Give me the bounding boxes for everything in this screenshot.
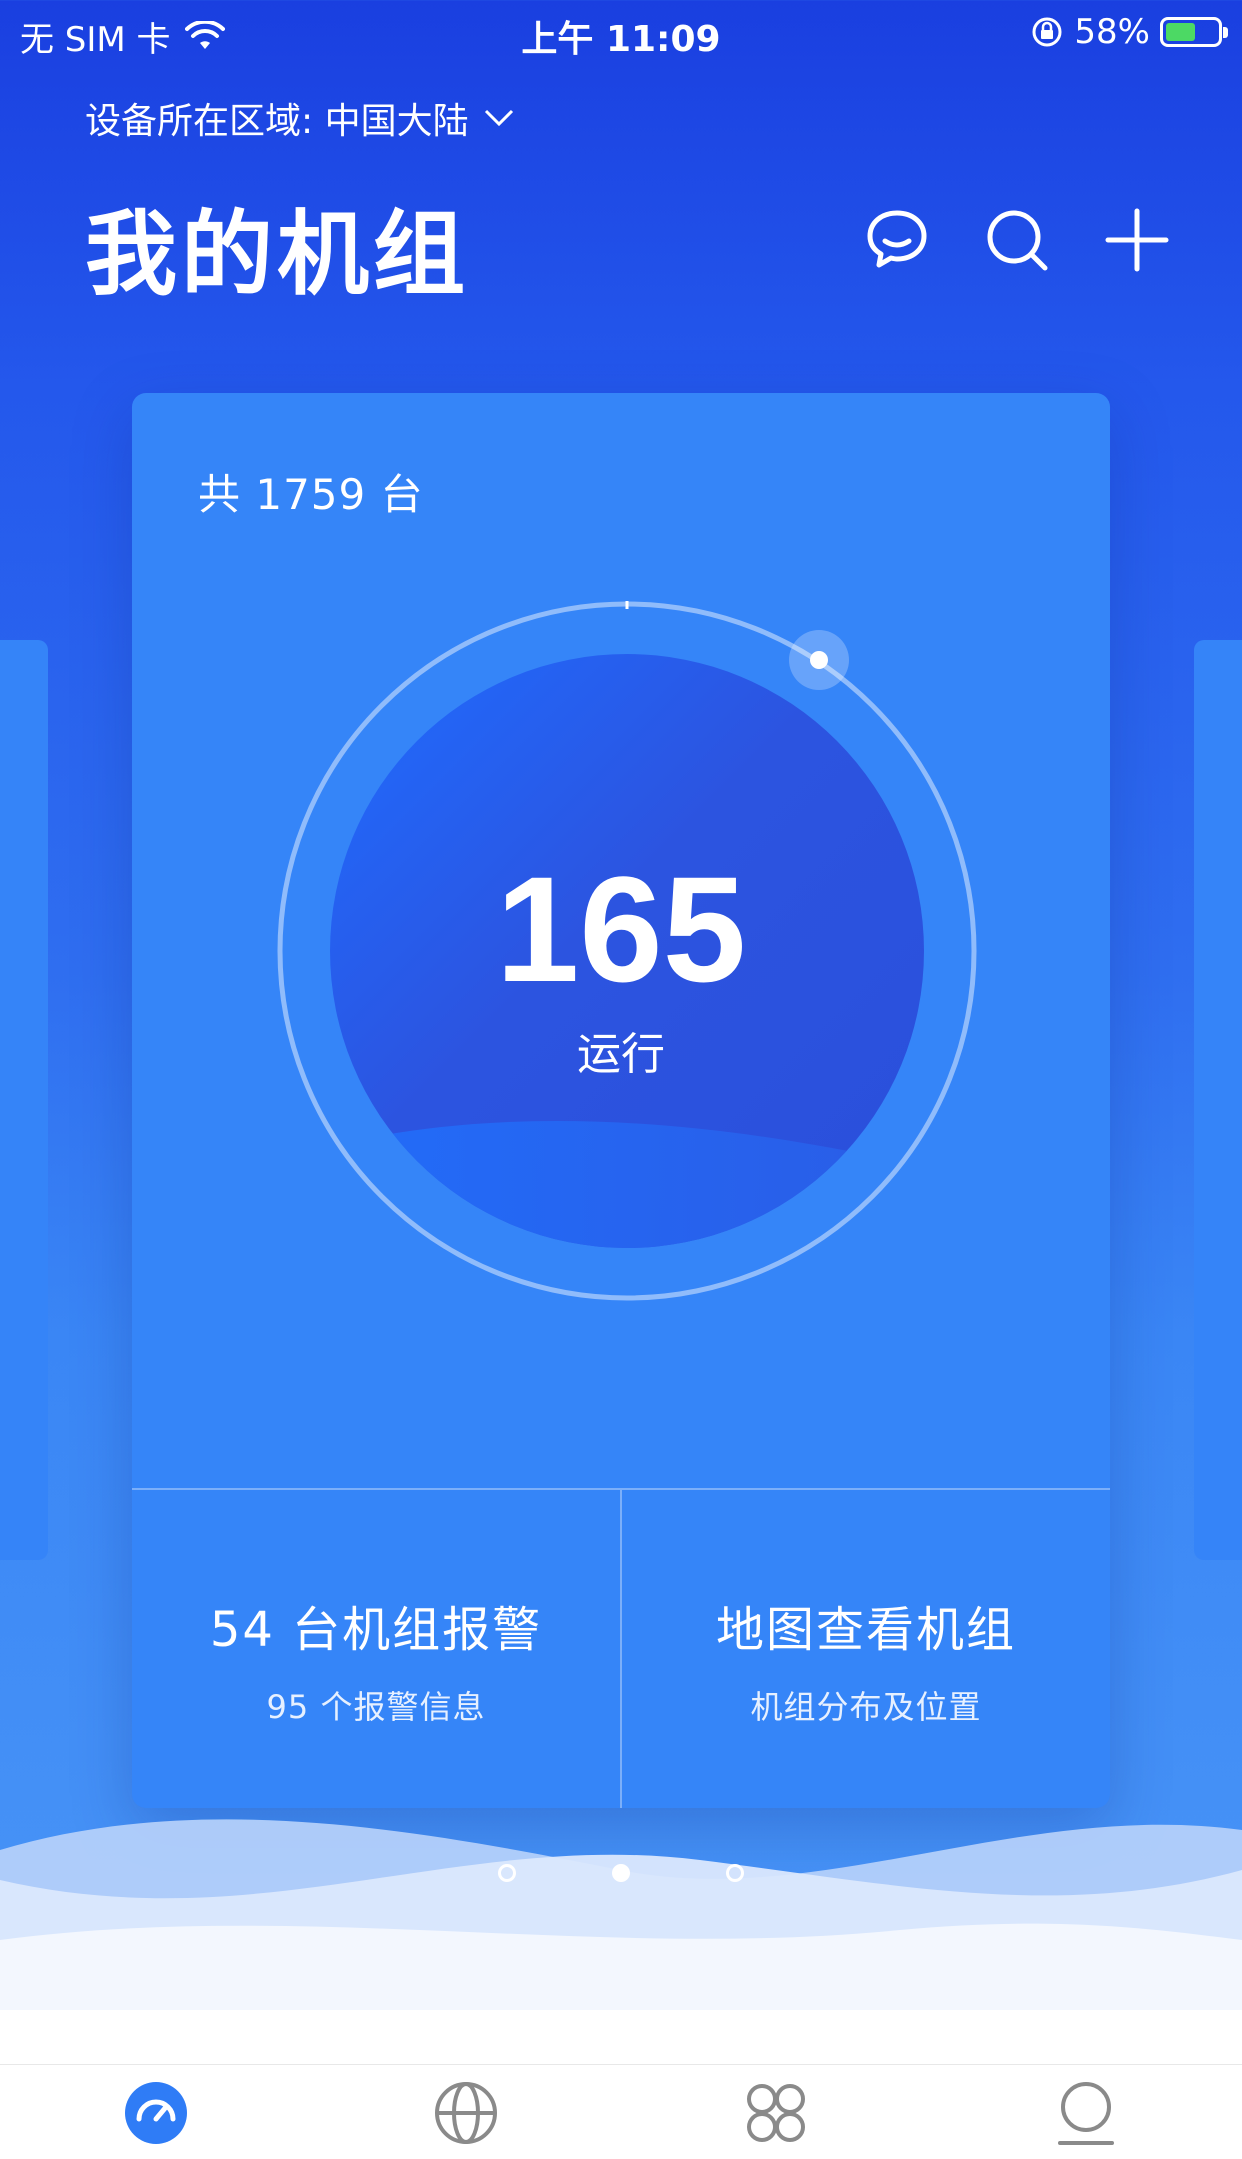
region-label: 设备所在区域: 中国大陆	[85, 101, 469, 142]
map-title: 地图查看机组	[715, 1602, 1016, 1658]
rotation-lock-icon	[1032, 17, 1062, 47]
page-dot-active[interactable]	[612, 1864, 630, 1882]
running-count: 165	[495, 845, 747, 1013]
running-label: 运行	[577, 1029, 665, 1080]
previous-card-peek[interactable]	[0, 640, 48, 1560]
status-bar: 无 SIM 卡 上午 11:09 58%	[0, 0, 1242, 64]
add-icon[interactable]	[1102, 205, 1172, 275]
wave-decoration	[0, 1819, 1242, 2080]
alarm-subtitle: 95 个报警信息	[266, 1688, 486, 1726]
page-title: 我的机组	[85, 201, 470, 308]
chevron-down-icon	[484, 109, 513, 127]
alarm-units-button[interactable]: 54 台机组报警 95 个报警信息	[132, 1490, 620, 1808]
dashboard-icon[interactable]	[122, 2079, 190, 2147]
page-dot[interactable]	[498, 1864, 516, 1882]
battery-percent: 58%	[1074, 12, 1150, 52]
alarm-title: 54 台机组报警	[209, 1602, 543, 1658]
map-subtitle: 机组分布及位置	[750, 1688, 982, 1726]
unit-summary-card: 共 1759 台 165 运行 54 台机组报警 95 个报警信息 地图查看机组…	[132, 393, 1110, 1808]
next-card-peek[interactable]	[1194, 640, 1242, 1560]
globe-icon[interactable]	[432, 2079, 500, 2147]
gauge-indicator-dot	[810, 651, 828, 669]
battery-icon	[1160, 17, 1228, 47]
profile-icon[interactable]	[1052, 2079, 1120, 2147]
map-view-button[interactable]: 地图查看机组 机组分布及位置	[622, 1490, 1110, 1808]
apps-icon[interactable]	[742, 2079, 810, 2147]
message-icon[interactable]	[862, 205, 932, 275]
total-units: 共 1759 台	[198, 470, 424, 519]
region-selector[interactable]: 设备所在区域: 中国大陆	[85, 92, 515, 144]
page-indicator	[0, 1864, 1242, 1882]
search-icon[interactable]	[982, 205, 1052, 275]
page-dot[interactable]	[726, 1864, 744, 1882]
battery-level-fill	[1166, 23, 1195, 41]
tab-bar	[0, 2064, 1242, 2159]
